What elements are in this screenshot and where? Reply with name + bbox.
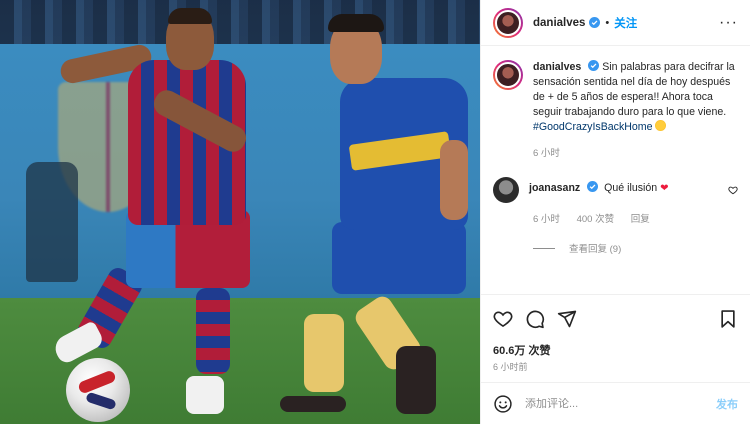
post-comment-button[interactable]: 发布	[716, 396, 738, 412]
instagram-post: danialves • 关注 ··· danialves Sin palabra…	[0, 0, 750, 424]
photo-crowd	[0, 0, 480, 44]
verified-badge-icon	[588, 60, 600, 71]
player2-shoe	[280, 396, 346, 412]
share-icon	[557, 310, 577, 327]
comment-body: joanasanz Qué ilusión ❤	[529, 177, 722, 196]
comment-icon	[526, 310, 545, 328]
save-button[interactable]	[718, 309, 738, 329]
add-comment-bar: 发布	[481, 382, 750, 424]
caption-meta: 6 小时	[533, 145, 738, 159]
player1-leg	[196, 288, 230, 374]
photo-spectator	[26, 162, 78, 282]
verified-badge-icon	[587, 181, 599, 192]
caption-text-block: danialves Sin palabras para decifrar la …	[533, 60, 738, 135]
player2-sock	[304, 314, 344, 392]
commenter-avatar[interactable]	[493, 177, 519, 203]
caption-hashtag[interactable]: #GoodCrazyIsBackHome	[533, 121, 653, 133]
post-photo[interactable]	[0, 0, 480, 424]
bookmark-icon	[721, 309, 735, 328]
caption-time: 6 小时	[533, 148, 560, 159]
more-icon[interactable]: ···	[719, 14, 738, 31]
player2-shoe	[396, 346, 436, 414]
caption-username[interactable]: danialves	[533, 61, 581, 73]
post-time: 6 小时前	[493, 362, 528, 372]
comment-meta: 6 小时 400 次赞 回复	[533, 211, 738, 225]
comment-likes[interactable]: 400 次赞	[577, 214, 615, 225]
verified-badge-icon	[589, 17, 601, 28]
header-separator: •	[605, 16, 610, 29]
player1-hair	[168, 8, 212, 24]
player2-shorts	[332, 222, 466, 294]
emoji-icon[interactable]	[493, 394, 513, 414]
comment-button[interactable]	[525, 309, 545, 329]
like-heart-icon	[493, 310, 513, 327]
small-heart-icon[interactable]	[728, 185, 738, 195]
share-button[interactable]	[557, 309, 577, 329]
caption: danialves Sin palabras para decifrar la …	[493, 60, 738, 135]
follow-button[interactable]: 关注	[614, 15, 637, 31]
comment-row: joanasanz Qué ilusión ❤	[493, 177, 738, 203]
football	[66, 358, 130, 422]
like-button[interactable]	[493, 309, 513, 329]
author-username[interactable]: danialves	[533, 17, 585, 29]
author-avatar[interactable]	[493, 7, 523, 38]
caption-avatar[interactable]	[493, 60, 523, 90]
post-sidebar: danialves • 关注 ··· danialves Sin palabra…	[480, 0, 750, 424]
like-count[interactable]: 60.6万 次赞	[481, 342, 750, 360]
view-replies-button[interactable]: 查看回复 (9)	[533, 241, 738, 255]
view-replies-label: 查看回复 (9)	[569, 244, 622, 255]
author-avatar-image	[495, 9, 521, 36]
emoji-icon	[654, 120, 666, 131]
comment-text: Qué ilusión	[604, 182, 658, 194]
action-bar	[481, 294, 750, 342]
player2-hair	[328, 14, 384, 32]
player2-arm	[440, 140, 468, 220]
caption-avatar-image	[495, 62, 521, 88]
red-heart-emoji: ❤	[660, 183, 669, 194]
comments-section[interactable]: danialves Sin palabras para decifrar la …	[481, 46, 750, 294]
comment-input[interactable]	[525, 397, 716, 410]
post-header: danialves • 关注 ···	[481, 0, 750, 46]
player1-shoe	[186, 376, 224, 414]
comment-reply-button[interactable]: 回复	[631, 214, 650, 225]
comment-time: 6 小时	[533, 214, 560, 225]
comment-username[interactable]: joanasanz	[529, 182, 580, 194]
